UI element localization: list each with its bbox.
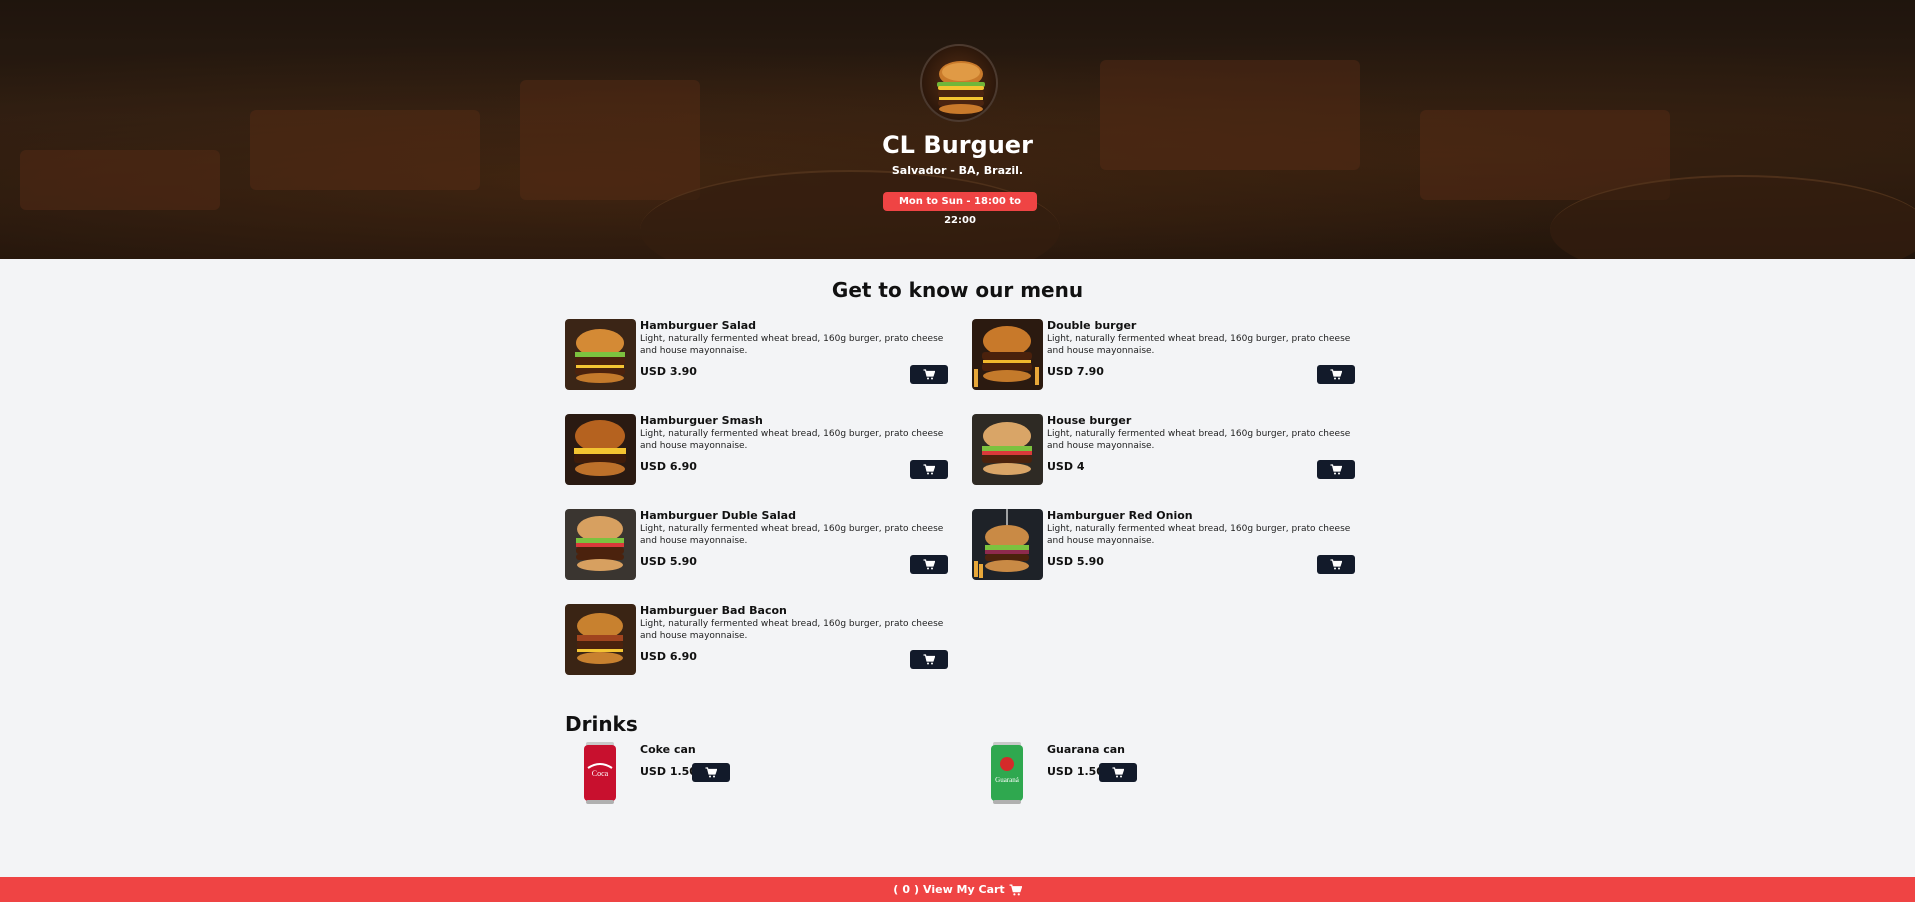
drinks-title: Drinks	[565, 712, 638, 736]
item-price: USD 5.90	[640, 555, 697, 568]
item-price: USD 5.90	[1047, 555, 1104, 568]
header-banner: CL Burguer Salvador - BA, Brazil. Mon to…	[0, 0, 1915, 259]
burger-image	[972, 509, 1043, 580]
burger-image	[565, 509, 636, 580]
add-to-cart-button[interactable]	[1317, 365, 1355, 384]
item-price: USD 6.90	[640, 460, 697, 473]
store-location: Salvador - BA, Brazil.	[891, 164, 1024, 177]
drink-item: Coca Coke can USD 1.50	[565, 740, 865, 813]
cart-icon	[923, 369, 935, 380]
item-name: Hamburguer Red Onion	[1047, 509, 1193, 522]
item-price: USD 6.90	[640, 650, 697, 663]
item-price: USD 7.90	[1047, 365, 1104, 378]
opening-hours-badge: Mon to Sun - 18:00 to 22:00	[883, 192, 1037, 226]
cart-icon	[1112, 767, 1124, 778]
burger-image	[565, 414, 636, 485]
cart-icon	[923, 559, 935, 570]
item-description: Light, naturally fermented wheat bread, …	[640, 334, 944, 356]
menu-item: Hamburguer Bad Bacon Light, naturally fe…	[565, 604, 1355, 676]
item-name: Hamburguer Smash	[640, 414, 763, 427]
add-to-cart-button[interactable]	[1317, 555, 1355, 574]
view-cart-bar[interactable]: ( 0 ) View My Cart	[0, 877, 1915, 902]
item-name: Hamburguer Salad	[640, 319, 757, 332]
cart-icon	[1009, 883, 1022, 895]
menu-item: House burger Light, naturally fermented …	[972, 414, 1762, 486]
burger-image	[972, 414, 1043, 485]
item-description: Light, naturally fermented wheat bread, …	[1047, 524, 1351, 546]
cart-count: 0	[902, 883, 910, 896]
burger-image	[565, 319, 636, 390]
drink-price: USD 1.50	[640, 765, 697, 778]
add-to-cart-button[interactable]	[1099, 763, 1137, 782]
store-name: CL Burguer	[882, 131, 1033, 159]
item-price: USD 3.90	[640, 365, 697, 378]
cart-icon	[705, 767, 717, 778]
cart-icon	[1330, 559, 1342, 570]
item-description: Light, naturally fermented wheat bread, …	[640, 429, 944, 451]
drink-name: Guarana can	[1047, 743, 1125, 756]
burger-logo	[920, 44, 998, 122]
item-description: Light, naturally fermented wheat bread, …	[1047, 429, 1351, 451]
item-name: Double burger	[1047, 319, 1137, 332]
item-price: USD 4	[1047, 460, 1085, 473]
burger-image	[972, 319, 1043, 390]
svg-text:Guaraná: Guaraná	[995, 776, 1020, 784]
drink-price: USD 1.50	[1047, 765, 1104, 778]
add-to-cart-button[interactable]	[910, 365, 948, 384]
burger-image	[565, 604, 636, 675]
guarana-can-image: Guaraná	[987, 740, 1027, 806]
svg-text:Coca: Coca	[592, 769, 609, 778]
add-to-cart-button[interactable]	[910, 460, 948, 479]
item-name: House burger	[1047, 414, 1132, 427]
item-description: Light, naturally fermented wheat bread, …	[1047, 334, 1351, 356]
drink-name: Coke can	[640, 743, 696, 756]
cart-icon	[923, 654, 935, 665]
cart-open-paren: (	[893, 883, 899, 896]
add-to-cart-button[interactable]	[910, 555, 948, 574]
cart-icon	[1330, 464, 1342, 475]
add-to-cart-button[interactable]	[692, 763, 730, 782]
coke-can-image: Coca	[580, 740, 620, 806]
view-cart-label: View My Cart	[923, 883, 1005, 896]
menu-item: Hamburguer Red Onion Light, naturally fe…	[972, 509, 1762, 581]
drink-item: Guaraná Guarana can USD 1.50	[972, 740, 1272, 813]
cart-icon	[923, 464, 935, 475]
add-to-cart-button[interactable]	[1317, 460, 1355, 479]
item-name: Hamburguer Duble Salad	[640, 509, 796, 522]
item-description: Light, naturally fermented wheat bread, …	[640, 619, 944, 641]
add-to-cart-button[interactable]	[910, 650, 948, 669]
item-name: Hamburguer Bad Bacon	[640, 604, 787, 617]
menu-item: Double burger Light, naturally fermented…	[972, 319, 1762, 391]
cart-close-paren: )	[913, 883, 920, 896]
menu-title: Get to know our menu	[831, 278, 1084, 302]
cart-icon	[1330, 369, 1342, 380]
item-description: Light, naturally fermented wheat bread, …	[640, 524, 944, 546]
